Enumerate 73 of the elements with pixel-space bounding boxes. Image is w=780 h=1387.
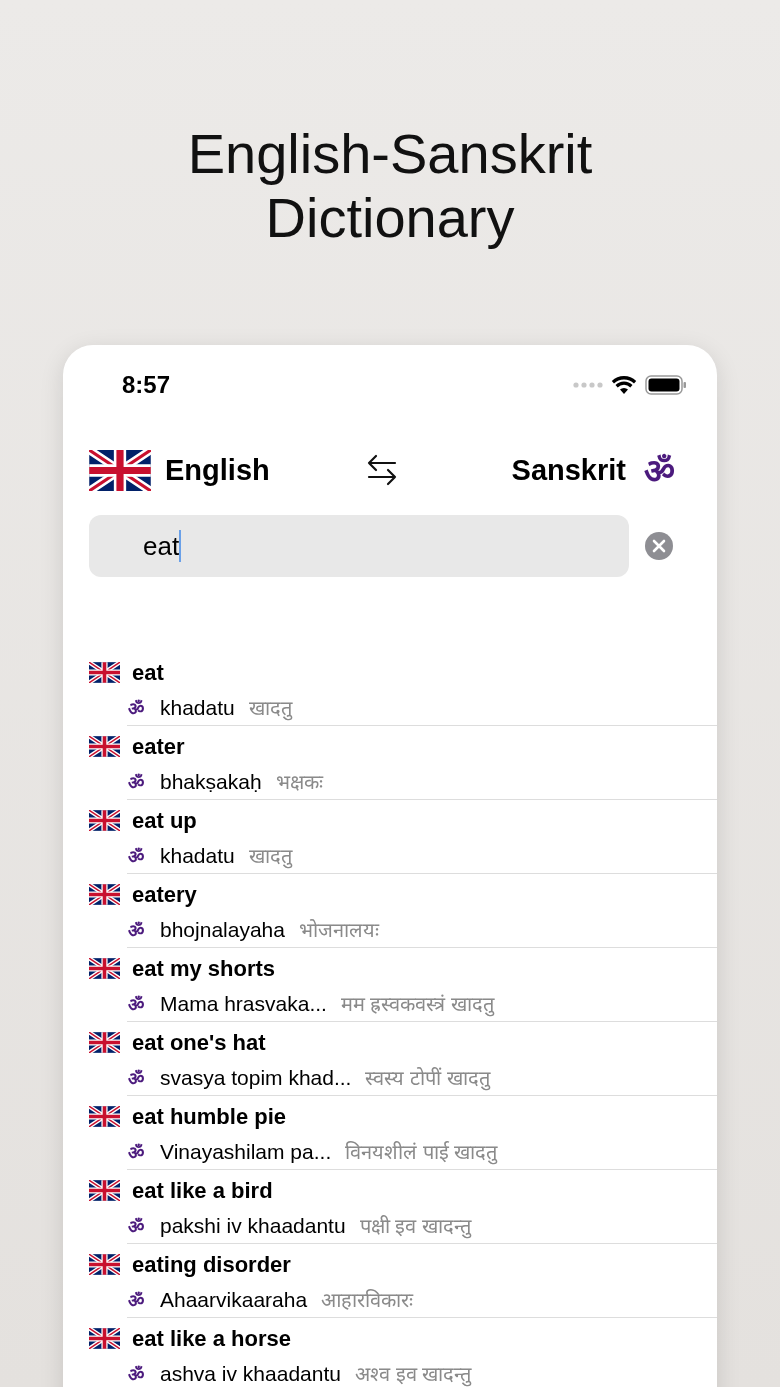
om-symbol: ॐ: [644, 451, 675, 492]
uk-flag-icon: [89, 1180, 120, 1201]
devanagari-word: भक्षकः: [275, 770, 323, 795]
english-word: eat one's hat: [132, 1029, 266, 1056]
result-item[interactable]: eat humble pie ॐ Vinayashilam pa... विनयशीलं पाई खादतु: [89, 1097, 717, 1171]
transliteration: bhojnalayaha: [160, 917, 285, 942]
status-time: 8:57: [122, 371, 171, 399]
headline: English-Sanskrit: [187, 122, 593, 186]
result-item[interactable]: eatery ॐ bhojnalayaha भोजनालयः: [89, 875, 717, 949]
devanagari-word: विनयशीलं पाई खादतु: [345, 1140, 498, 1165]
devanagari-word: भोजनालयः: [298, 918, 379, 943]
english-word: eat up: [132, 807, 197, 834]
transliteration: ashva iv khaadantu: [160, 1361, 341, 1386]
uk-flag-icon: [89, 736, 120, 757]
swap-languages-icon[interactable]: [366, 453, 398, 487]
uk-flag-icon: [89, 449, 151, 491]
result-item[interactable]: eat like a horse ॐ ashva iv khaadantu अश्व इव खादन्तु: [89, 1319, 717, 1387]
transliteration: Mama hrasvaka...: [160, 991, 327, 1016]
uk-flag-icon: [89, 810, 120, 831]
devanagari-word: आहारविकारः: [321, 1288, 414, 1313]
result-item[interactable]: eat ॐ khadatu खादतु: [89, 653, 717, 727]
english-word: eat: [132, 659, 164, 686]
om-symbol: ॐ: [128, 697, 144, 720]
clear-icon[interactable]: [645, 532, 673, 560]
om-symbol: ॐ: [128, 1363, 144, 1386]
devanagari-word: खादतु: [248, 844, 292, 869]
transliteration: svasya topim khad...: [160, 1065, 352, 1090]
transliteration: khadatu: [160, 843, 235, 868]
signal-icon: [573, 382, 603, 388]
result-item[interactable]: eat my shorts ॐ Mama hrasvaka... मम ह्रस्वकवस्त्रं खादतु: [89, 949, 717, 1023]
om-symbol: ॐ: [128, 1289, 144, 1312]
uk-flag-icon: [89, 662, 120, 683]
om-symbol: ॐ: [128, 919, 144, 942]
devanagari-word: अश्व इव खादन्तु: [354, 1362, 472, 1387]
uk-flag-icon: [89, 1106, 120, 1127]
transliteration: Vinayashilam pa...: [160, 1139, 332, 1164]
wifi-icon: [611, 375, 637, 395]
result-item[interactable]: eat like a bird ॐ pakshi iv khaadantu पक्षी इव खादन्तु: [89, 1171, 717, 1245]
english-word: eating disorder: [132, 1251, 291, 1278]
search-field[interactable]: eat: [89, 515, 629, 577]
target-language[interactable]: Sanskrit: [511, 453, 626, 487]
english-word: eatery: [132, 881, 197, 908]
english-word: eat like a horse: [132, 1325, 291, 1352]
om-symbol: ॐ: [128, 771, 144, 794]
english-word: eat humble pie: [132, 1103, 287, 1130]
transliteration: Ahaarvikaaraha: [160, 1287, 308, 1312]
uk-flag-icon: [89, 884, 120, 905]
om-symbol: ॐ: [128, 993, 144, 1016]
transliteration: pakshi iv khaadantu: [160, 1213, 346, 1238]
result-item[interactable]: eating disorder ॐ Ahaarvikaaraha आहारविकारः: [89, 1245, 717, 1319]
uk-flag-icon: [89, 1328, 120, 1349]
devanagari-word: स्वस्य टोपीं खादतु: [365, 1066, 490, 1091]
result-item[interactable]: eater ॐ bhakṣakaḥ भक्षकः: [89, 727, 717, 801]
battery-icon: [645, 375, 687, 395]
result-item[interactable]: eat up ॐ khadatu खादतु: [89, 801, 717, 875]
devanagari-word: खादतु: [248, 696, 292, 721]
devanagari-word: पक्षी इव खादन्तु: [359, 1214, 471, 1239]
om-symbol: ॐ: [128, 845, 144, 868]
devanagari-word: मम ह्रस्वकवस्त्रं खादतु: [340, 992, 495, 1017]
uk-flag-icon: [89, 1254, 120, 1275]
uk-flag-icon: [89, 958, 120, 979]
om-symbol: ॐ: [128, 1141, 144, 1164]
english-word: eat my shorts: [132, 955, 276, 982]
uk-flag-icon: [89, 1032, 120, 1053]
om-symbol: ॐ: [128, 1215, 144, 1238]
result-item[interactable]: eat one's hat ॐ svasya topim khad... स्वस्य टोपीं खादतु: [89, 1023, 717, 1097]
headline: Dictionary: [265, 186, 515, 250]
transliteration: bhakṣakaḥ: [160, 769, 262, 794]
transliteration: khadatu: [160, 695, 235, 720]
english-word: eat like a bird: [132, 1177, 273, 1204]
english-word: eater: [132, 733, 185, 760]
source-language[interactable]: English: [165, 453, 270, 487]
om-symbol: ॐ: [128, 1067, 144, 1090]
